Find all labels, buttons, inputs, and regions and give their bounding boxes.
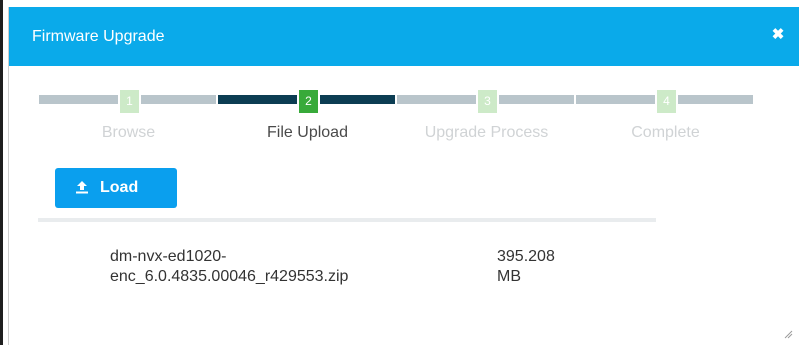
file-size-value: 395.208: [497, 248, 555, 265]
step-label: Browse: [101, 124, 156, 141]
step-complete: 4 Complete: [576, 88, 755, 158]
file-list-divider: [38, 218, 656, 222]
load-button[interactable]: Load: [55, 168, 177, 208]
step-label: Upgrade Process: [424, 124, 549, 141]
file-list-item: dm-nvx-ed1020- enc_6.0.4835.00046_r42955…: [9, 247, 709, 307]
step-number-badge: 3: [476, 88, 499, 115]
file-size-unit: MB: [497, 268, 521, 285]
dialog-titlebar: Firmware Upgrade ✖: [9, 7, 799, 66]
dialog-title: Firmware Upgrade: [32, 28, 165, 45]
step-number-badge: 4: [655, 88, 678, 115]
upgrade-stepper: 1 Browse 2 File Upload 3 Upgrade Process…: [39, 88, 756, 158]
file-name: dm-nvx-ed1020- enc_6.0.4835.00046_r42955…: [110, 247, 410, 287]
file-size: 395.208 MB: [497, 247, 597, 287]
upload-icon: [76, 181, 88, 194]
close-icon[interactable]: ✖: [767, 24, 789, 46]
firmware-upgrade-dialog: Firmware Upgrade ✖ 1 Browse 2 File Uploa…: [8, 7, 799, 345]
step-number-badge: 2: [297, 88, 320, 115]
step-number-badge: 1: [118, 88, 141, 115]
resize-handle-icon[interactable]: [783, 329, 793, 339]
load-button-label: Load: [100, 179, 139, 196]
step-file-upload: 2 File Upload: [218, 88, 397, 158]
step-label: File Upload: [267, 124, 348, 141]
step-upgrade-process: 3 Upgrade Process: [397, 88, 576, 158]
background-window-edge: [0, 0, 3, 345]
file-name-line: enc_6.0.4835.00046_r429553.zip: [110, 268, 349, 285]
file-name-line: dm-nvx-ed1020-: [110, 248, 227, 265]
step-label: Complete: [631, 124, 700, 141]
step-browse: 1 Browse: [39, 88, 218, 158]
